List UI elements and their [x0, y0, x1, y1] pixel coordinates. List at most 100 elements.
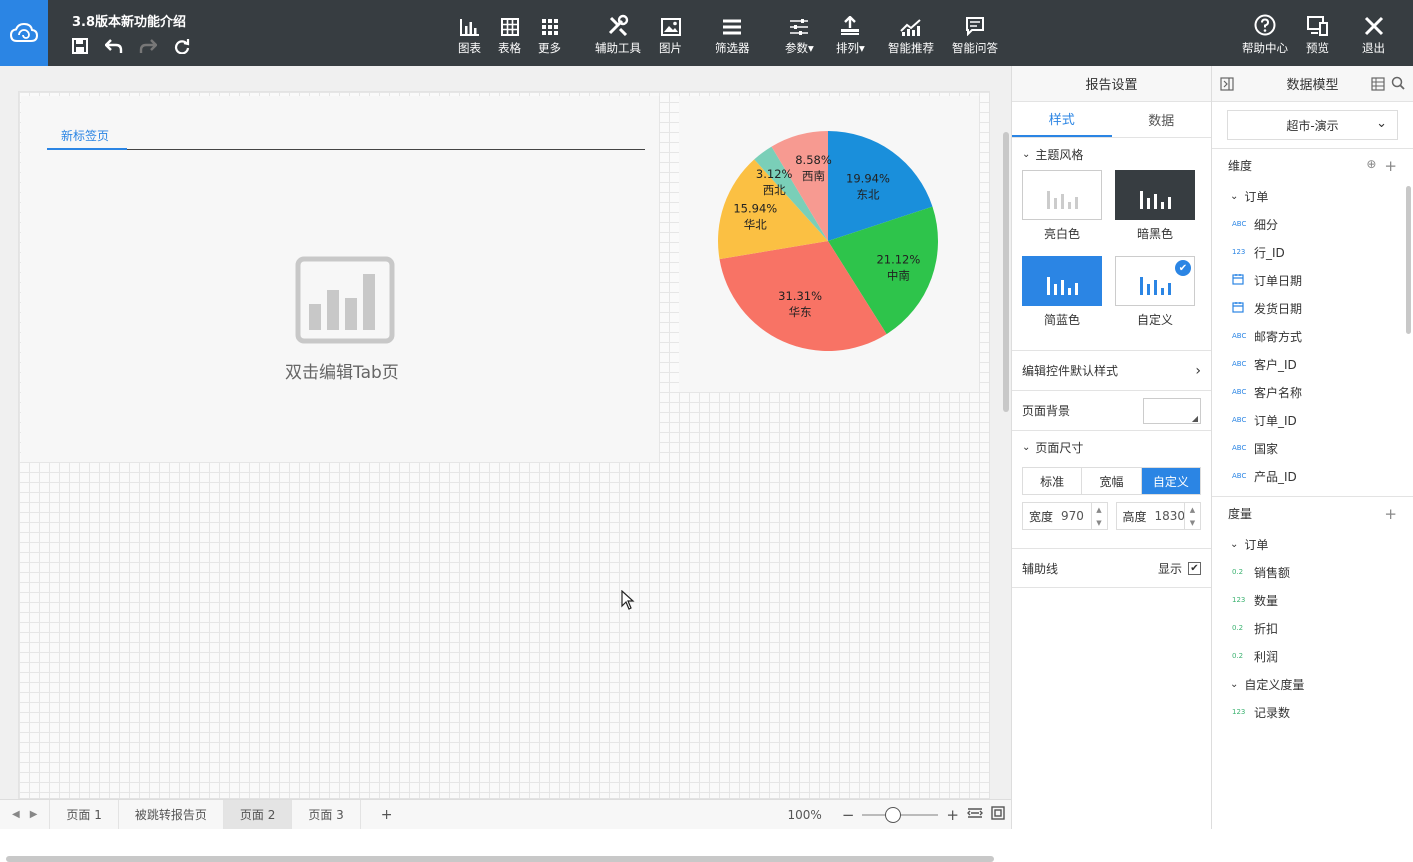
zoom-slider[interactable]	[862, 806, 939, 823]
preview-button[interactable]: 预览	[1306, 12, 1329, 56]
field-item[interactable]: 0.2 销售额	[1212, 558, 1413, 586]
tab-style[interactable]: 样式	[1012, 102, 1112, 137]
pie-chart[interactable]: 19.94% 东北 21.12% 中南 31.31% 华东 15.94% 华北 3.12% 西北 8…	[679, 96, 979, 392]
prev-page-icon[interactable]: ◀	[12, 809, 20, 820]
pie-percent-label: 19.94%	[846, 172, 890, 186]
page-tab-2[interactable]: 页面 2	[223, 800, 293, 829]
theme-dark[interactable]: 暗黑色	[1115, 170, 1195, 242]
tab-placeholder-text[interactable]: 双击编辑Tab页	[285, 358, 399, 383]
width-stepper[interactable]: ▲ ▼	[1090, 503, 1107, 529]
field-item[interactable]: 123 记录数	[1212, 698, 1413, 726]
measure-group-order[interactable]: ⌄ 订单	[1212, 530, 1413, 558]
search-icon[interactable]	[1391, 76, 1405, 94]
field-item[interactable]: 订单日期	[1212, 266, 1413, 294]
add-dimension-icon[interactable]: +	[1384, 157, 1397, 175]
page-tab-3[interactable]: 页面 3	[292, 800, 361, 829]
height-value[interactable]: 1830	[1155, 509, 1186, 523]
theme-light[interactable]: 亮白色	[1022, 170, 1102, 242]
table-view-icon[interactable]	[1371, 77, 1385, 95]
filter-tool-button[interactable]: 筛选器	[715, 12, 750, 56]
collapse-panel-icon[interactable]	[1220, 77, 1234, 95]
field-name: 利润	[1254, 649, 1279, 664]
height-field[interactable]: 高度 1830 ▲ ▼	[1115, 502, 1201, 530]
align-icon	[839, 12, 861, 36]
theme-custom[interactable]: ✔ 自定义	[1115, 256, 1195, 328]
add-measure-icon[interactable]: +	[1384, 505, 1397, 523]
pie-percent-label: 21.12%	[876, 252, 920, 266]
field-name: 行_ID	[1254, 245, 1285, 260]
tools-icon	[607, 12, 629, 36]
zoom-out-icon[interactable]: −	[842, 806, 855, 824]
height-stepper[interactable]: ▲ ▼	[1184, 503, 1200, 529]
pie-chart-widget[interactable]: 19.94% 东北 21.12% 中南 31.31% 华东 15.94% 华北 3.12% 西北 8…	[679, 96, 979, 392]
add-page-button[interactable]: +	[361, 807, 413, 823]
chart-tool-button[interactable]: 图表	[458, 12, 481, 56]
next-page-icon[interactable]: ▶	[30, 809, 38, 820]
theme-blue[interactable]: 简蓝色	[1022, 256, 1102, 328]
globe-icon[interactable]: ⊕	[1366, 157, 1376, 175]
fit-width-icon[interactable]	[967, 806, 983, 823]
field-item[interactable]: ABC 细分	[1212, 210, 1413, 238]
field-item[interactable]: ABC 产品_ID	[1212, 462, 1413, 490]
refresh-icon[interactable]	[172, 36, 192, 56]
tab-new[interactable]: 新标签页	[61, 127, 109, 144]
field-item[interactable]: ABC 邮寄方式	[1212, 322, 1413, 350]
size-custom[interactable]: 自定义	[1141, 468, 1200, 494]
param-tool-button[interactable]: 参数▾	[785, 12, 814, 56]
field-item[interactable]: ABC 客户名称	[1212, 378, 1413, 406]
table-tool-button[interactable]: 表格	[498, 12, 521, 56]
help-center-button[interactable]: 帮助中心	[1242, 12, 1288, 56]
report-title[interactable]: 3.8版本新功能介绍	[72, 11, 186, 30]
guide-line-row: 辅助线 显示 ✔	[1012, 548, 1211, 588]
more-tool-button[interactable]: 更多	[538, 12, 561, 56]
helper-tools-button[interactable]: 辅助工具	[595, 12, 641, 56]
measure-group-custom[interactable]: ⌄ 自定义度量	[1212, 670, 1413, 698]
zoom-in-icon[interactable]: +	[946, 806, 959, 824]
field-item[interactable]: 123 数量	[1212, 586, 1413, 614]
width-value[interactable]: 970	[1061, 509, 1084, 523]
field-item[interactable]: ABC 客户_ID	[1212, 350, 1413, 378]
field-item[interactable]: ABC 订单_ID	[1212, 406, 1413, 434]
field-item[interactable]: ABC 国家	[1212, 434, 1413, 462]
image-tool-button[interactable]: 图片	[659, 12, 682, 56]
width-field[interactable]: 宽度 970 ▲ ▼	[1022, 502, 1108, 530]
dataset-select[interactable]: 超市-演示 ⌄	[1227, 110, 1398, 140]
page-background-swatch[interactable]: ◢	[1143, 397, 1201, 424]
size-standard[interactable]: 标准	[1023, 468, 1083, 494]
field-item[interactable]: 0.2 利润	[1212, 642, 1413, 670]
date-type-icon	[1232, 301, 1254, 315]
guide-line-checkbox[interactable]: ✔	[1188, 561, 1201, 575]
page-tab-1[interactable]: 页面 1	[49, 800, 119, 829]
field-name: 销售额	[1254, 565, 1291, 580]
smart-recommend-button[interactable]: 智能推荐	[888, 12, 934, 56]
exit-button[interactable]: 退出	[1362, 12, 1385, 56]
fit-page-icon[interactable]	[991, 806, 1005, 823]
size-wide[interactable]: 宽幅	[1082, 468, 1142, 494]
tab-data[interactable]: 数据	[1112, 102, 1212, 137]
page-tab-redirect[interactable]: 被跳转报告页	[119, 800, 224, 829]
image-icon	[660, 12, 681, 36]
tab-widget[interactable]: 新标签页 双击编辑Tab页	[21, 96, 659, 462]
theme-section-header[interactable]: ⌄ 主题风格	[1012, 138, 1211, 170]
undo-icon[interactable]	[104, 36, 124, 56]
edit-default-style-row[interactable]: 编辑控件默认样式 ›	[1012, 350, 1211, 390]
chevron-down-icon: ⌄	[1376, 116, 1387, 131]
field-item[interactable]: 发货日期	[1212, 294, 1413, 322]
zoom-slider-knob[interactable]	[884, 806, 901, 823]
vertical-scrollbar[interactable]	[1003, 132, 1009, 412]
arrange-tool-button[interactable]: 排列▾	[836, 12, 865, 56]
report-page[interactable]: 新标签页 双击编辑Tab页 19.94% 东北 21.12% 中南 31.31% 华东 15…	[18, 91, 990, 799]
tab-underline	[47, 149, 645, 150]
smart-qa-button[interactable]: 智能问答	[952, 12, 998, 56]
chevron-down-icon: ⌄	[1230, 190, 1239, 202]
page-size-header[interactable]: ⌄ 页面尺寸	[1012, 431, 1211, 463]
dimension-group-order[interactable]: ⌄ 订单	[1212, 182, 1413, 210]
save-icon[interactable]	[70, 36, 90, 56]
pie-category-label: 东北	[856, 188, 879, 202]
field-item[interactable]: 123 行_ID	[1212, 238, 1413, 266]
horizontal-scrollbar[interactable]	[6, 856, 994, 862]
cloud-logo-icon[interactable]	[0, 0, 48, 66]
redo-icon[interactable]	[138, 36, 158, 56]
dimension-scrollbar[interactable]	[1406, 186, 1411, 334]
field-item[interactable]: 0.2 折扣	[1212, 614, 1413, 642]
